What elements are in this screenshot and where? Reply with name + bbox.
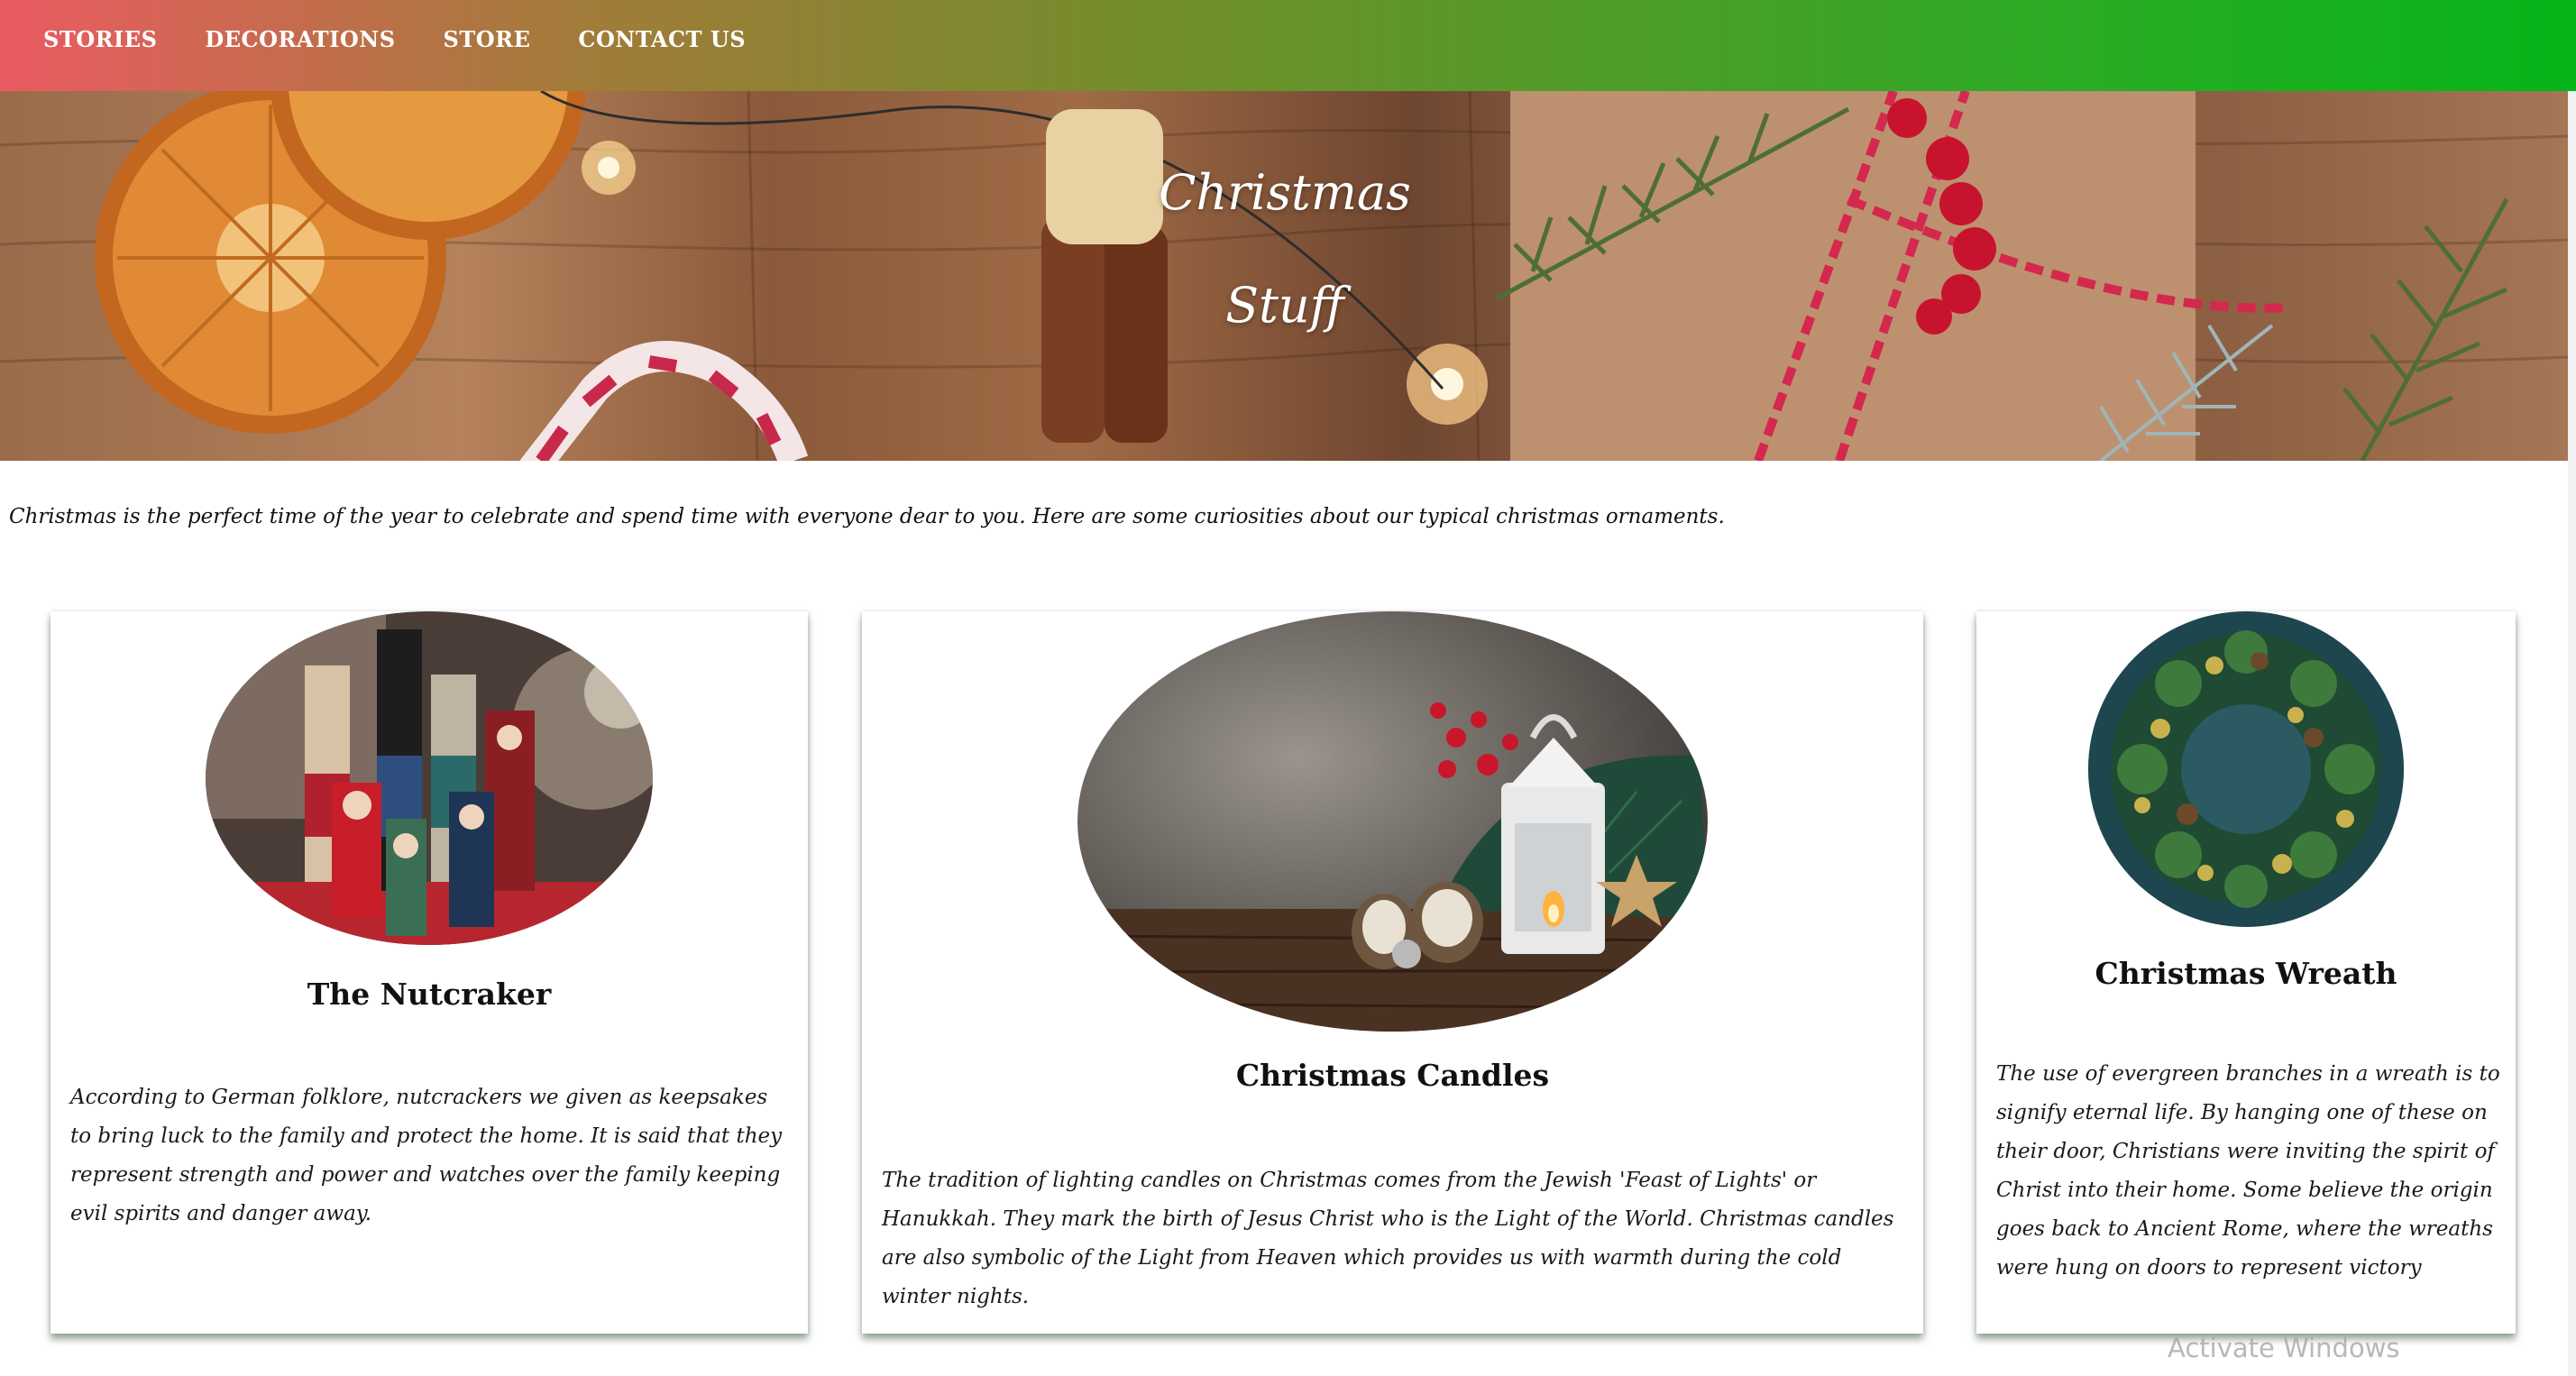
- os-activation-watermark: Activate Windows: [2168, 1333, 2400, 1363]
- page-scrollbar[interactable]: [2568, 91, 2576, 1376]
- nav-item-contact-us[interactable]: CONTACT US: [578, 26, 746, 52]
- card-description: According to German folklore, nutcracker…: [70, 1086, 783, 1225]
- hero-title-line-2: Stuff: [1225, 277, 1344, 334]
- hero-title-line-1: Christmas: [1159, 164, 1411, 221]
- nav-menu: STORIES DECORATIONS STORE CONTACT US: [43, 0, 793, 78]
- nav-item-store[interactable]: STORE: [444, 26, 531, 52]
- nav-item-decorations[interactable]: DECORATIONS: [205, 26, 395, 52]
- wreath-image: [2088, 611, 2404, 927]
- card-title: Christmas Candles: [1235, 1058, 1550, 1093]
- intro-text: Christmas is the perfect time of the yea…: [9, 505, 1725, 528]
- hero-title: Christmas Stuff: [1086, 136, 1483, 362]
- candle-lantern-image: [1077, 611, 1708, 1032]
- top-navbar: STORIES DECORATIONS STORE CONTACT US: [0, 0, 2576, 91]
- card-description: The tradition of lighting candles on Chr…: [882, 1169, 1894, 1308]
- card-wreath: Christmas Wreath The use of evergreen br…: [1976, 611, 2516, 1334]
- card-title: Christmas Wreath: [2095, 956, 2397, 991]
- nutcracker-image: [206, 611, 653, 945]
- hero-banner: Christmas Stuff: [0, 91, 2568, 461]
- card-description: The use of evergreen branches in a wreat…: [1996, 1062, 2500, 1280]
- card-nutcracker: The Nutcraker According to German folklo…: [50, 611, 808, 1334]
- card-title: The Nutcraker: [307, 977, 552, 1012]
- card-candles: Christmas Candles The tradition of light…: [862, 611, 1923, 1334]
- nav-item-stories[interactable]: STORIES: [43, 26, 157, 52]
